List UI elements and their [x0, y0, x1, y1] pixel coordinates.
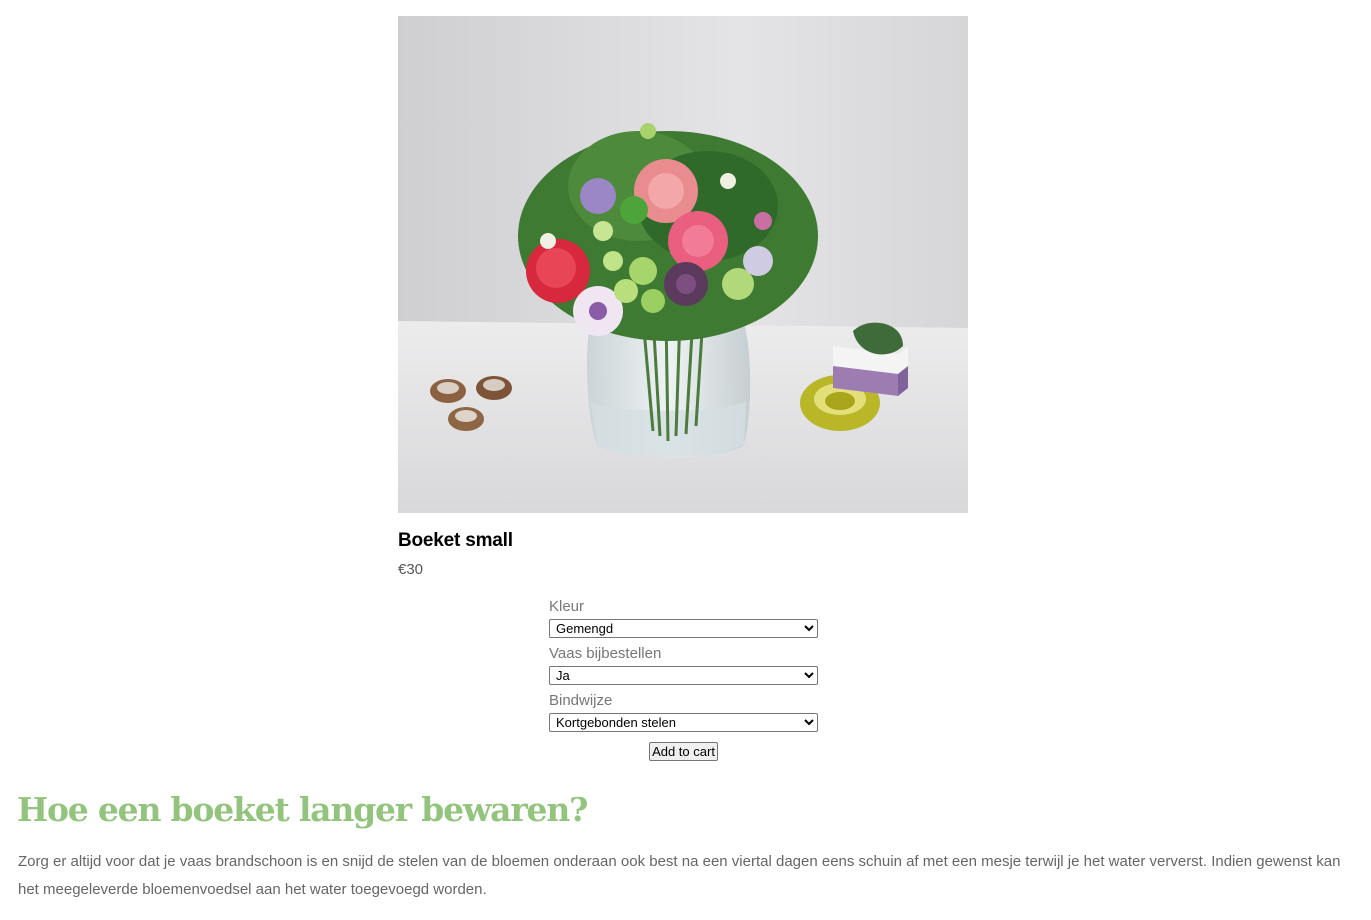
product-image[interactable] [398, 16, 968, 513]
add-to-cart-button[interactable]: Add to cart [649, 742, 718, 761]
product-title: Boeket small [398, 530, 513, 551]
option-label-kleur: Kleur [549, 598, 585, 615]
care-heading: Hoe een boeket langer bewaren? [17, 790, 588, 829]
option-label-vaas: Vaas bijbestellen [549, 645, 662, 662]
product-options: Kleur Gemengd Vaas bijbestellen Ja Bindw… [549, 595, 818, 736]
vaas-select[interactable]: Ja [549, 666, 818, 685]
option-label-bindwijze: Bindwijze [549, 692, 613, 709]
care-text: Zorg er altijd voor dat je vaas brandsch… [18, 853, 1341, 898]
kleur-select[interactable]: Gemengd [549, 619, 818, 638]
bindwijze-select[interactable]: Kortgebonden stelen [549, 713, 818, 732]
product-price: €30 [398, 561, 424, 578]
bouquet-photo [398, 16, 968, 513]
